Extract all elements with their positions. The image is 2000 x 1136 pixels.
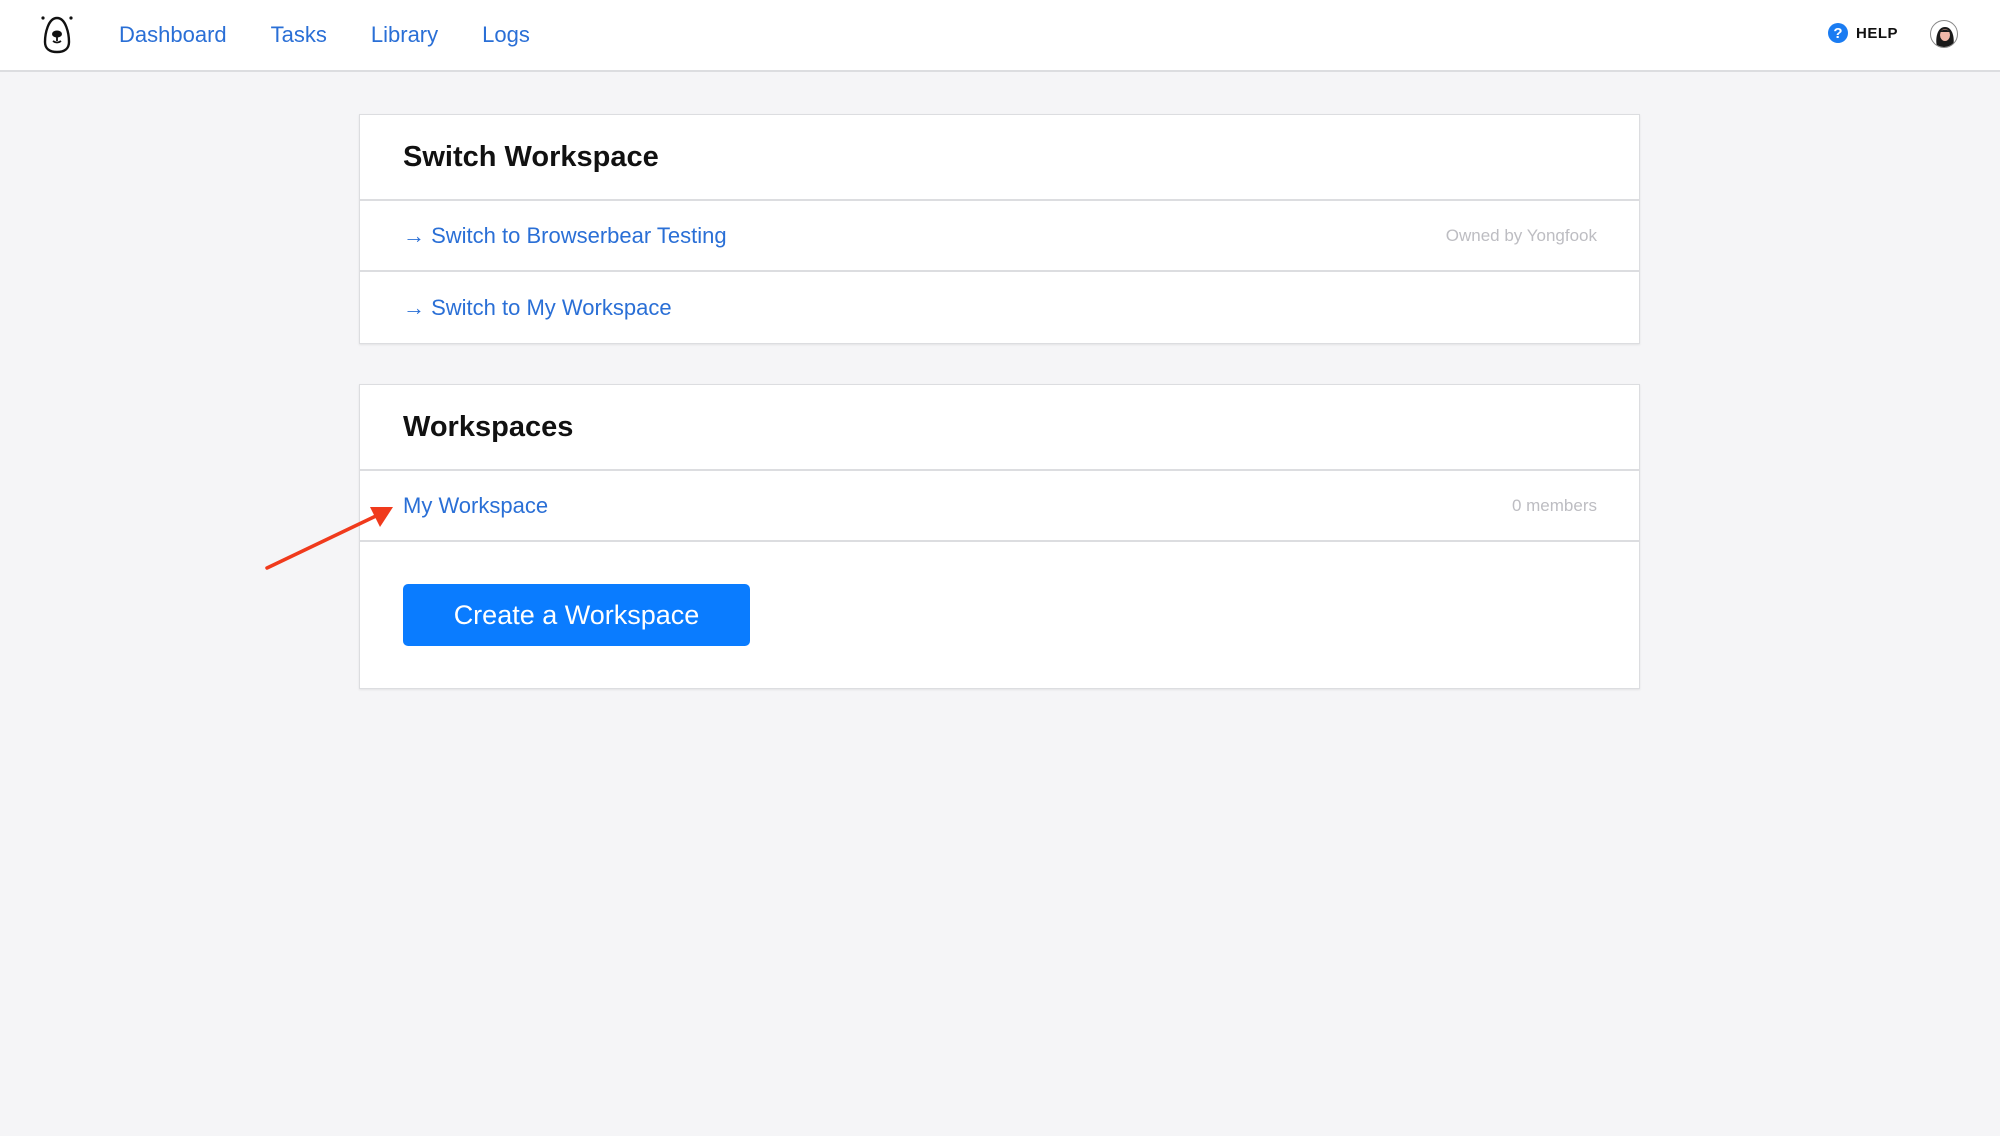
bear-logo-icon[interactable] [40, 14, 74, 54]
avatar-portrait-icon [1936, 27, 1954, 47]
switch-to-my-workspace-link[interactable]: → Switch to My Workspace [403, 295, 672, 321]
help-label: HELP [1856, 24, 1899, 42]
help-button[interactable]: ? HELP [1828, 23, 1898, 43]
nav-library[interactable]: Library [371, 22, 438, 48]
button-area: Create a Workspace [360, 542, 1639, 688]
workspaces-card: Workspaces My Workspace 0 members Create… [359, 384, 1640, 689]
main-nav: Dashboard Tasks Library Logs [119, 0, 530, 70]
owner-label: Owned by Yongfook [1445, 225, 1597, 245]
nav-logs[interactable]: Logs [482, 22, 530, 48]
workspaces-title: Workspaces [403, 410, 574, 443]
switch-workspace-card: Switch Workspace → Switch to Browserbear… [359, 114, 1640, 344]
my-workspace-link[interactable]: My Workspace [403, 493, 548, 519]
user-avatar[interactable] [1930, 20, 1958, 48]
list-item: My Workspace 0 members [360, 471, 1639, 542]
switch-to-browserbear-testing-link[interactable]: → Switch to Browserbear Testing [403, 223, 727, 249]
question-circle-icon: ? [1828, 23, 1848, 43]
card-header: Workspaces [360, 385, 1639, 471]
top-navigation-bar: Dashboard Tasks Library Logs ? HELP [0, 0, 2000, 72]
list-item: → Switch to Browserbear Testing Owned by… [360, 201, 1639, 272]
nav-dashboard[interactable]: Dashboard [119, 22, 227, 48]
switch-workspace-title: Switch Workspace [403, 140, 659, 173]
nav-tasks[interactable]: Tasks [271, 22, 327, 48]
create-workspace-button[interactable]: Create a Workspace [403, 584, 750, 646]
member-count: 0 members [1511, 495, 1597, 515]
card-header: Switch Workspace [360, 115, 1639, 201]
list-item: → Switch to My Workspace [360, 272, 1639, 343]
